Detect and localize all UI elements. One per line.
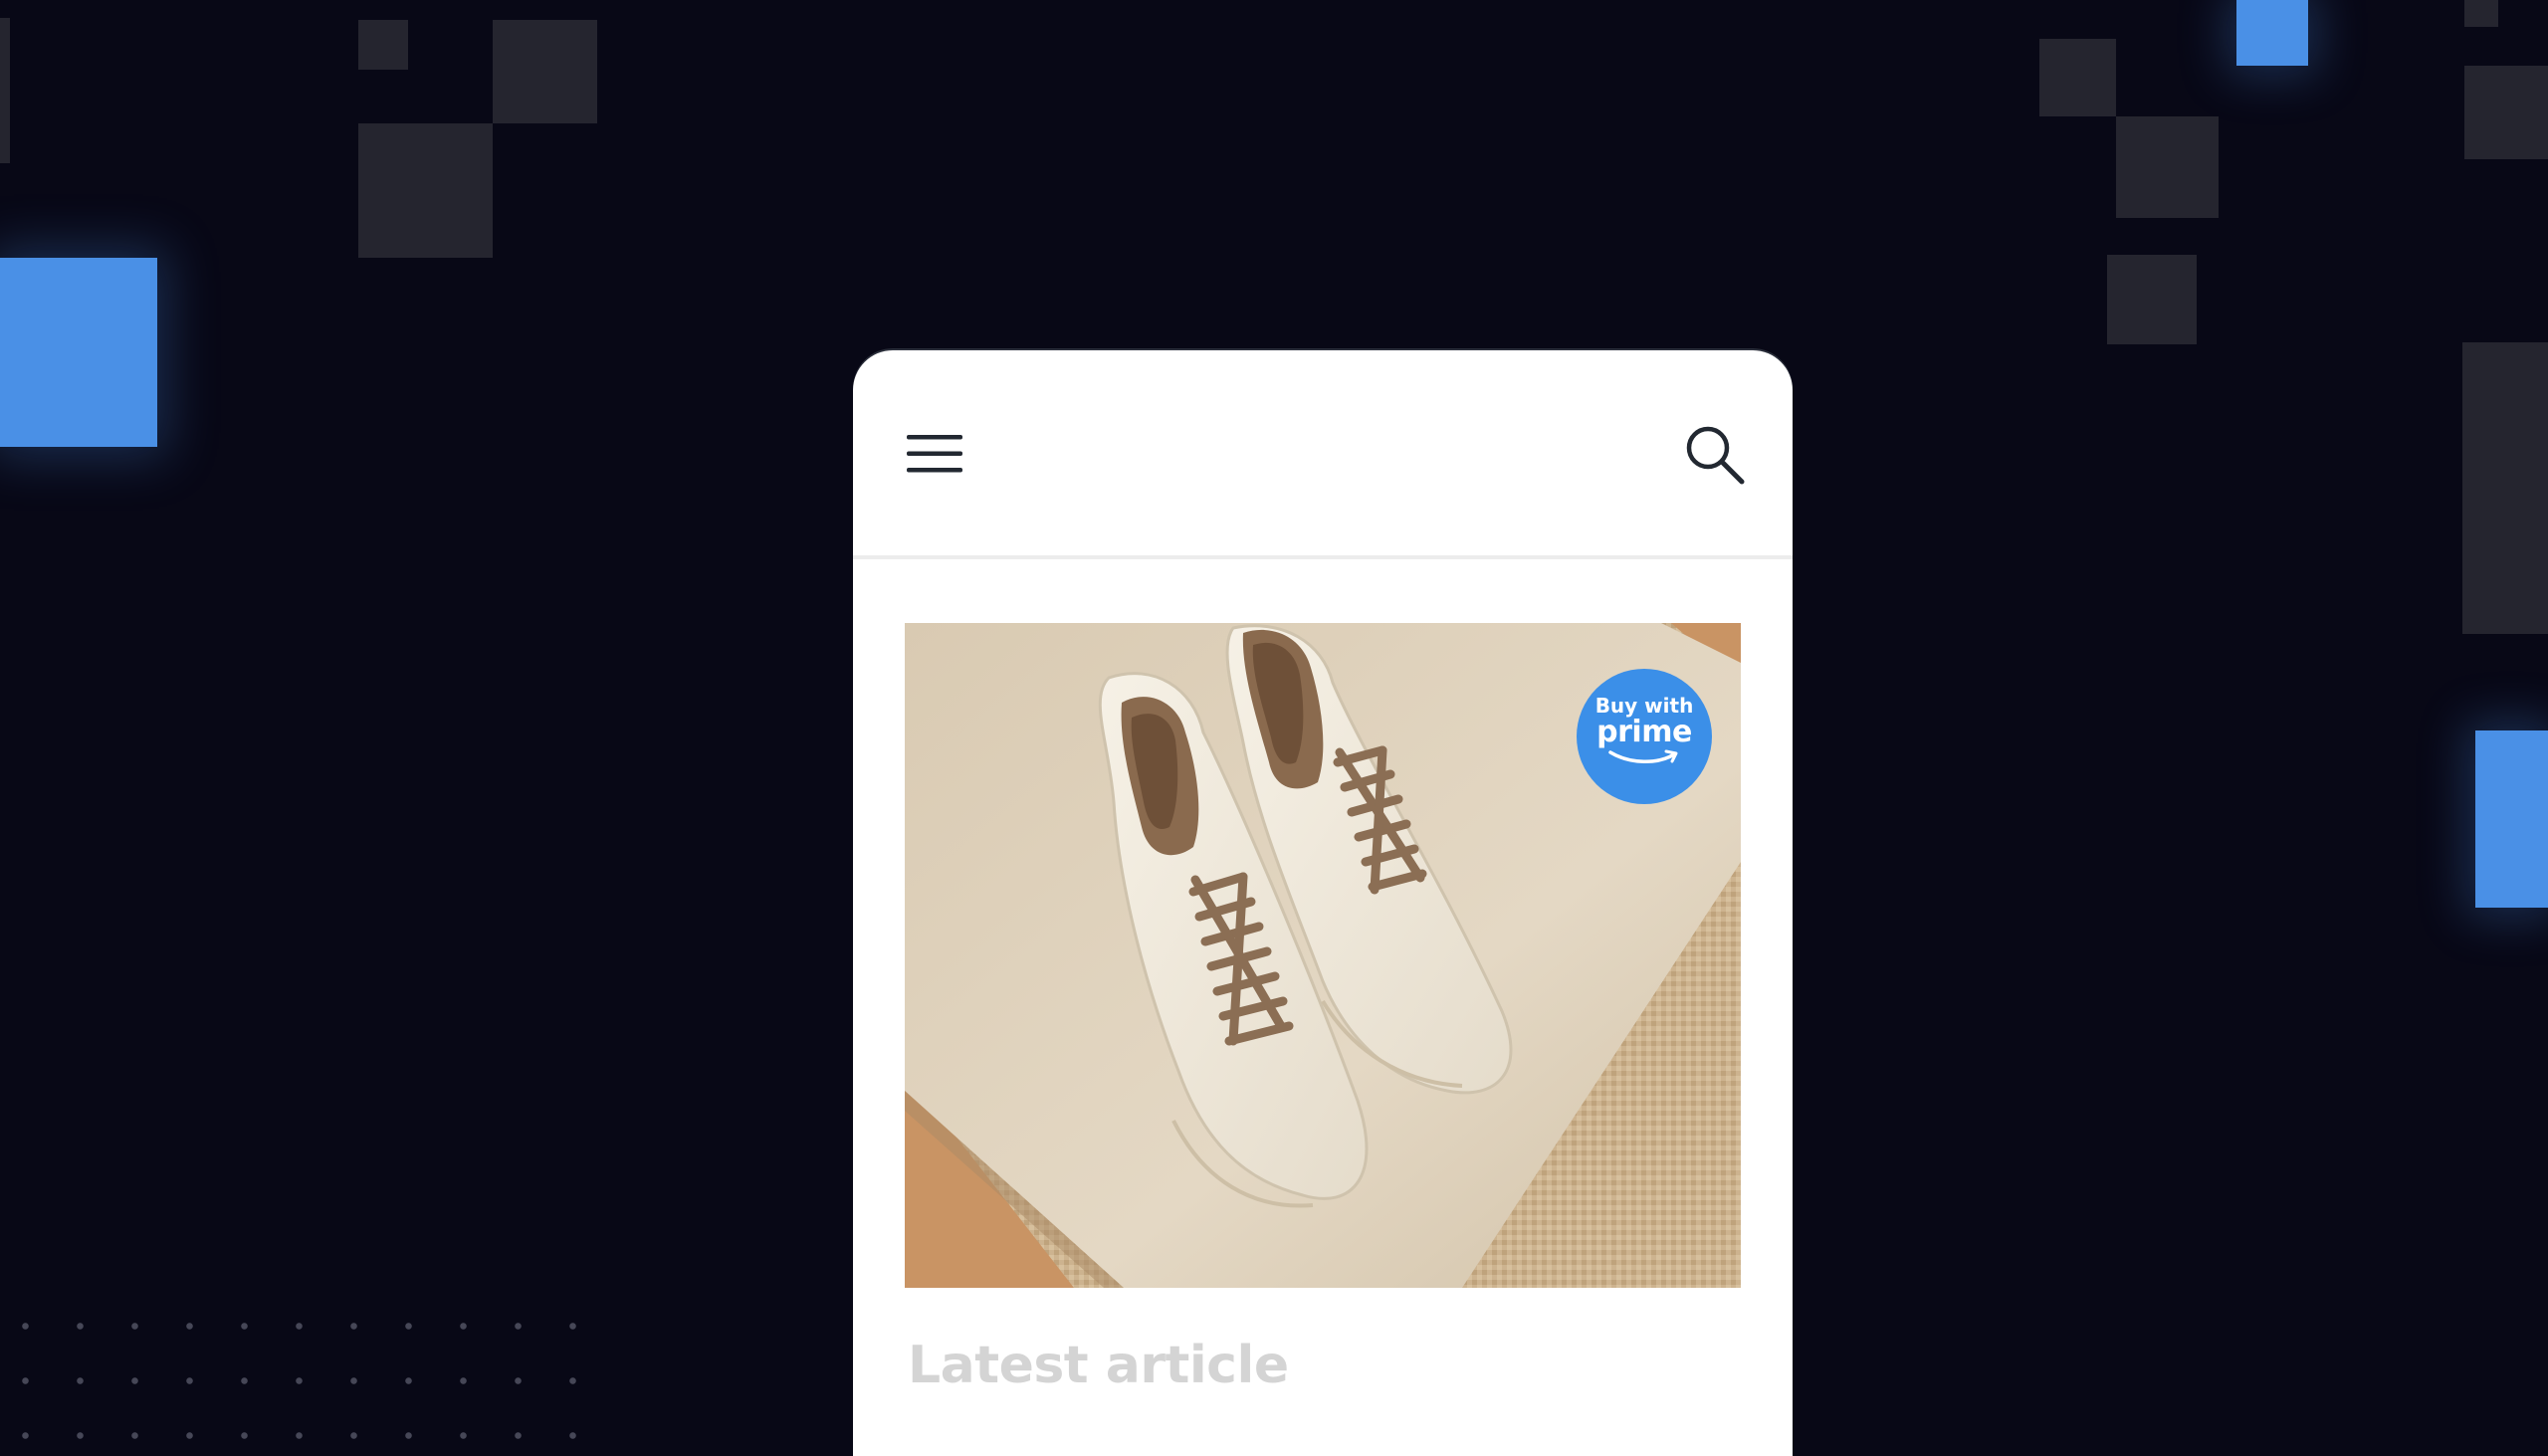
deco-tile xyxy=(2462,342,2548,634)
deco-tile-blue xyxy=(2236,0,2308,66)
deco-tile xyxy=(2116,116,2219,218)
badge-line2: prime xyxy=(1596,715,1692,749)
smile-arrow-icon xyxy=(1608,749,1678,763)
deco-tile xyxy=(0,18,10,163)
search-icon[interactable] xyxy=(1684,424,1748,488)
deco-tile xyxy=(2107,255,2197,344)
deco-tile xyxy=(2464,0,2498,27)
deco-tile xyxy=(2039,39,2116,116)
buy-with-prime-badge[interactable]: Buy with prime xyxy=(1577,669,1712,804)
deco-tile xyxy=(493,20,597,123)
section-heading-latest-article: Latest article xyxy=(908,1336,1289,1395)
app-header xyxy=(853,350,1793,559)
deco-tile xyxy=(358,20,408,70)
deco-tile-blue xyxy=(0,258,157,447)
phone-frame: Latest article xyxy=(853,350,1793,1456)
dot-grid-pattern xyxy=(0,1299,617,1456)
app-showcase: Latest article Buy with prime xyxy=(0,0,2548,1456)
hamburger-menu-icon[interactable] xyxy=(906,432,963,476)
deco-tile-blue xyxy=(2475,730,2548,908)
badge-line1: Buy with xyxy=(1594,694,1694,718)
deco-tile xyxy=(358,123,493,258)
deco-tile xyxy=(2464,66,2548,159)
